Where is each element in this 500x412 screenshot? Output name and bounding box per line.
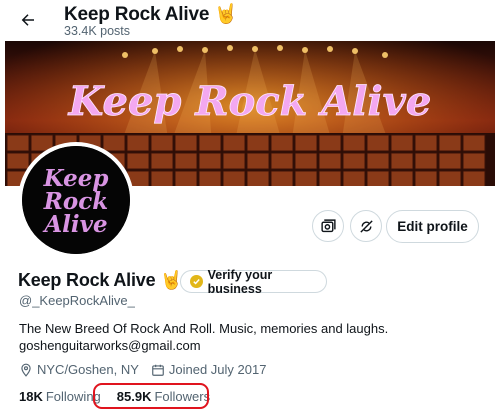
refresh-slash-icon: [359, 219, 373, 233]
post-count: 33.4K posts: [64, 24, 131, 38]
profile-bio: The New Breed Of Rock And Roll. Music, m…: [19, 320, 489, 354]
joined-text: Joined July 2017: [168, 362, 267, 377]
header-name: Keep Rock Alive: [64, 4, 210, 25]
media-button[interactable]: [312, 210, 344, 242]
banner-title: Keep Rock Alive: [68, 78, 432, 125]
avatar[interactable]: Keep Rock Alive: [18, 142, 134, 258]
back-button[interactable]: [14, 6, 42, 34]
arrow-left-icon: [21, 14, 34, 26]
location-item: NYC/Goshen, NY: [19, 362, 139, 377]
header-title: Keep Rock Alive 🤘: [64, 2, 238, 26]
followers-highlight-annotation: [93, 383, 209, 409]
profile-meta: NYC/Goshen, NY Joined July 2017: [19, 362, 278, 377]
verify-business-label: Verify your business: [207, 267, 273, 296]
display-name: Keep Rock Alive: [18, 270, 156, 290]
bio-text: The New Breed Of Rock And Roll. Music, m…: [19, 321, 389, 336]
profile-name: Keep Rock Alive 🤘: [18, 270, 183, 291]
following-link[interactable]: 18K Following: [19, 389, 101, 404]
edit-profile-button[interactable]: Edit profile: [386, 210, 479, 243]
following-count: 18K: [19, 389, 43, 404]
profile-header: Keep Rock Alive 🤘 33.4K posts: [0, 0, 500, 41]
verified-badge-icon: [190, 275, 203, 288]
bio-email: goshenguitarworks@gmail.com: [19, 338, 201, 353]
verify-business-button[interactable]: Verify your business: [180, 267, 327, 296]
joined-item: Joined July 2017: [151, 362, 267, 377]
calendar-icon: [152, 364, 164, 376]
location-text: NYC/Goshen, NY: [37, 362, 139, 377]
more-options-button[interactable]: [350, 210, 382, 242]
avatar-line-3: Alive: [42, 211, 107, 238]
profile-handle: @_KeepRockAlive_: [19, 293, 135, 308]
location-pin-icon: [21, 363, 31, 377]
camera-gallery-icon: [320, 218, 336, 232]
rock-hand-emoji-icon: 🤘: [214, 4, 238, 25]
